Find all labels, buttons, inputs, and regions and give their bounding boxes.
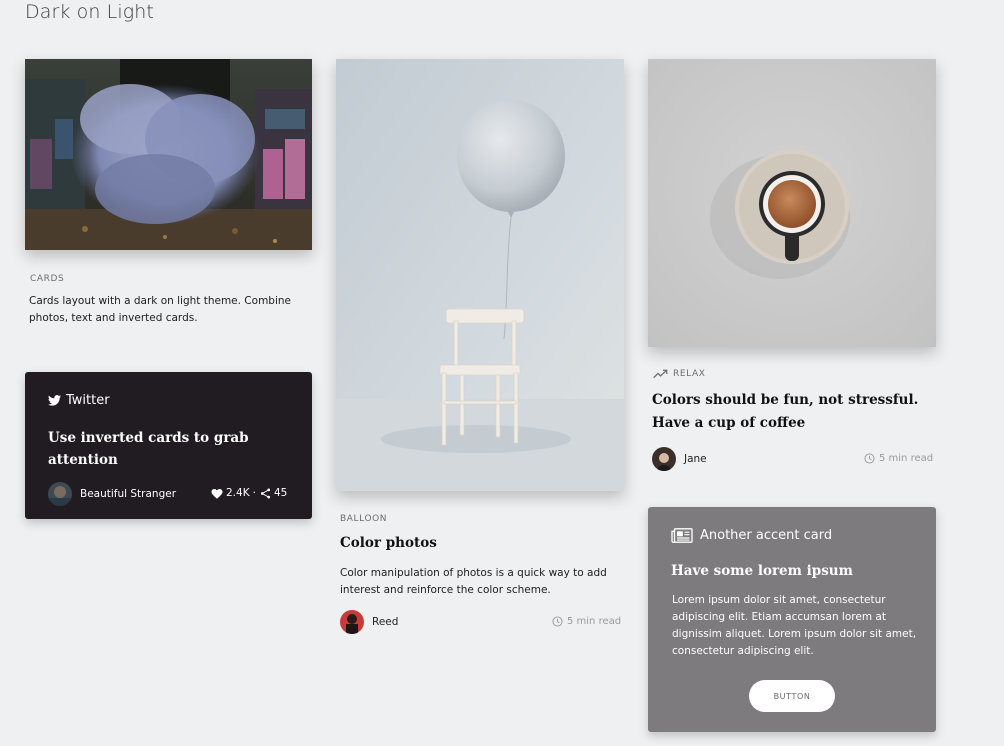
balloon-title[interactable]: Color photos [340,535,437,551]
twitter-brand[interactable]: Twitter [48,393,110,408]
newspaper-icon [671,528,693,543]
balloon-read-time-label: 5 min read [567,616,622,627]
relax-author-name: Jane [684,453,707,465]
twitter-author[interactable]: Beautiful Stranger [48,482,176,506]
balloon-author[interactable]: Reed [340,610,398,634]
relax-eyebrow: RELAX [653,369,705,379]
twitter-bird-icon [48,395,61,406]
relax-read-time: 5 min read [864,453,933,464]
accent-card-title: Have some lorem ipsum [671,563,853,579]
balloon-eyebrow: BALLOON [340,514,388,524]
twitter-stats: 2.4K · 45 [211,487,287,499]
avatar [340,610,364,634]
balloon-author-name: Reed [372,616,399,628]
relax-title[interactable]: Colors should be fun, not stressful. Hav… [652,389,922,435]
clock-icon [864,453,875,464]
twitter-card[interactable]: Twitter Use inverted cards to grab atten… [25,372,312,519]
accent-card-label: Another accent card [671,528,832,543]
accent-card[interactable]: Another accent card Have some lorem ipsu… [648,507,936,732]
coffee-cup-photo[interactable] [648,59,936,347]
accent-card-button[interactable]: BUTTON [749,680,835,712]
smoke-tunnel-photo[interactable] [25,59,312,250]
twitter-headline: Use inverted cards to grab attention [48,430,249,468]
twitter-author-name: Beautiful Stranger [80,488,177,500]
avatar [48,482,72,506]
page-title: Dark on Light [25,1,154,23]
cards-intro-text: Cards layout with a dark on light theme.… [29,295,291,324]
cards-eyebrow: CARDS [30,274,65,284]
like-count: 2.4K [226,487,250,499]
avatar [652,447,676,471]
accent-card-text: Lorem ipsum dolor sit amet, consectetur … [672,594,917,657]
stat-separator: · [252,487,256,499]
balloon-text: Color manipulation of photos is a quick … [340,567,607,596]
heart-icon[interactable] [211,488,223,499]
share-count: 45 [273,487,288,499]
relax-eyebrow-label: RELAX [673,369,706,379]
trending-up-icon [653,369,668,379]
accent-card-label-text: Another accent card [700,528,833,543]
share-icon[interactable] [260,487,271,499]
balloon-read-time: 5 min read [552,616,621,627]
relax-read-time-label: 5 min read [879,453,934,464]
balloon-chair-photo[interactable] [336,59,624,491]
clock-icon [552,616,563,627]
twitter-brand-label: Twitter [66,393,110,408]
relax-author[interactable]: Jane [652,447,707,471]
